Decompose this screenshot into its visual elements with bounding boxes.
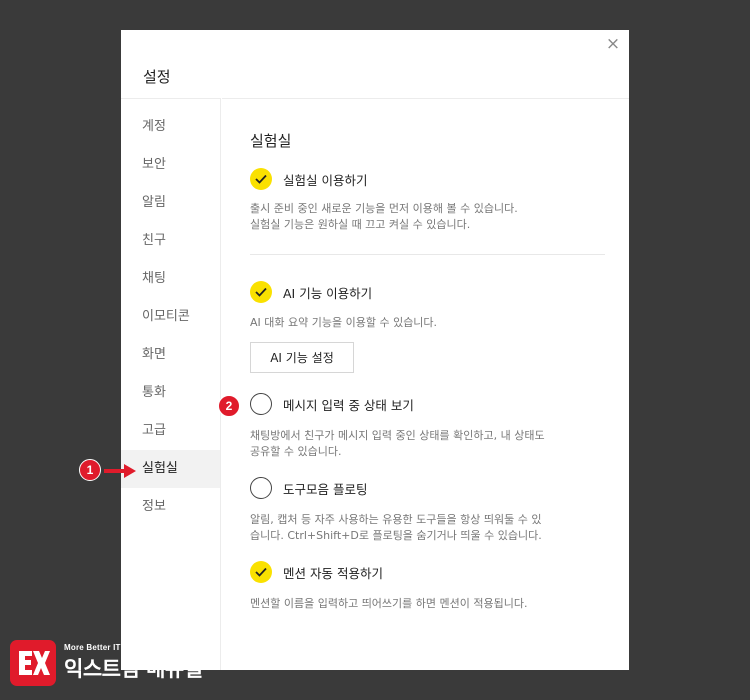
sidebar-item-account[interactable]: 계정 <box>121 108 220 146</box>
desc-line: 채팅방에서 친구가 메시지 입력 중인 상태를 확인하고, 내 상태도 <box>250 429 545 442</box>
lab-option-label: 실험실 이용하기 <box>283 172 368 188</box>
logo-tagline: More Better IT Life <box>64 643 139 652</box>
section-title: 실험실 <box>250 132 292 150</box>
lab-option: 실험실 이용하기 <box>250 168 367 190</box>
logo-mark-icon <box>10 640 56 686</box>
mention-option-desc: 멘션할 이름을 입력하고 띄어쓰기를 하면 멘션이 적용됩니다. <box>250 597 528 610</box>
checkmark-icon <box>255 174 267 184</box>
sidebar-item-friends[interactable]: 친구 <box>121 222 220 260</box>
checkmark-icon <box>255 287 267 297</box>
desc-line: 알림, 캡처 등 자주 사용하는 유용한 도구들을 항상 띄워둘 수 있 <box>250 513 542 526</box>
lab-checkbox[interactable] <box>250 168 272 190</box>
logo-ex-icon <box>19 651 50 675</box>
toolbar-floating-label: 도구모음 플로팅 <box>283 481 368 497</box>
checkmark-icon <box>255 567 267 577</box>
dialog-title: 설정 <box>143 68 171 86</box>
sidebar-item-notifications[interactable]: 알림 <box>121 184 220 222</box>
ai-option-label: AI 기능 이용하기 <box>283 285 373 301</box>
settings-sidebar: 계정 보안 알림 친구 채팅 이모티콘 화면 통화 고급 실험실 정보 <box>121 98 221 670</box>
settings-dialog: × 설정 계정 보안 알림 친구 채팅 이모티콘 화면 통화 고급 실험실 정보… <box>121 30 629 670</box>
divider <box>250 254 605 255</box>
desc-line: 출시 준비 중인 새로운 기능을 먼저 이용해 볼 수 있습니다. <box>250 202 518 215</box>
logo-name: 익스트림 매뉴얼 <box>64 657 203 681</box>
typing-status-label: 메시지 입력 중 상태 보기 <box>283 397 414 413</box>
sidebar-item-display[interactable]: 화면 <box>121 336 220 374</box>
lab-option-desc: 출시 준비 중인 새로운 기능을 먼저 이용해 볼 수 있습니다. 실험실 기능… <box>250 201 600 233</box>
sidebar-item-chat[interactable]: 채팅 <box>121 260 220 298</box>
annotation-badge-1: 1 <box>79 459 101 481</box>
close-button[interactable]: × <box>605 34 621 54</box>
arrow-right-icon <box>104 464 136 478</box>
typing-status-desc: 채팅방에서 친구가 메시지 입력 중인 상태를 확인하고, 내 상태도 공유할 … <box>250 428 600 460</box>
typing-status-checkbox[interactable] <box>250 393 272 415</box>
mention-option-label: 멘션 자동 적용하기 <box>283 565 383 581</box>
lab-settings-panel: 실험실 실험실 이용하기 출시 준비 중인 새로운 기능을 먼저 이용해 볼 수… <box>222 98 629 670</box>
typing-status-option: 메시지 입력 중 상태 보기 <box>250 393 414 415</box>
mention-option: 멘션 자동 적용하기 <box>250 561 383 583</box>
ai-settings-button[interactable]: AI 기능 설정 <box>250 342 354 373</box>
site-logo: More Better IT Life 익스트림 매뉴얼 <box>10 640 203 686</box>
desc-line: 습니다. Ctrl+Shift+D로 플로팅을 숨기거나 띄울 수 있습니다. <box>250 529 542 542</box>
annotation-badge-2: 2 <box>218 395 240 417</box>
sidebar-item-info[interactable]: 정보 <box>121 488 220 526</box>
sidebar-item-advanced[interactable]: 고급 <box>121 412 220 450</box>
desc-line: 공유할 수 있습니다. <box>250 445 342 458</box>
toolbar-floating-checkbox[interactable] <box>250 477 272 499</box>
sidebar-item-calls[interactable]: 통화 <box>121 374 220 412</box>
toolbar-floating-desc: 알림, 캡처 등 자주 사용하는 유용한 도구들을 항상 띄워둘 수 있 습니다… <box>250 512 600 544</box>
mention-checkbox[interactable] <box>250 561 272 583</box>
close-icon: × <box>605 34 621 54</box>
sidebar-item-security[interactable]: 보안 <box>121 146 220 184</box>
ai-checkbox[interactable] <box>250 281 272 303</box>
ai-option-desc: AI 대화 요약 기능을 이용할 수 있습니다. <box>250 316 438 329</box>
ai-option: AI 기능 이용하기 <box>250 281 372 303</box>
toolbar-floating-option: 도구모음 플로팅 <box>250 477 367 499</box>
sidebar-item-emoticons[interactable]: 이모티콘 <box>121 298 220 336</box>
desc-line: 실험실 기능은 원하실 때 끄고 켜실 수 있습니다. <box>250 218 471 231</box>
